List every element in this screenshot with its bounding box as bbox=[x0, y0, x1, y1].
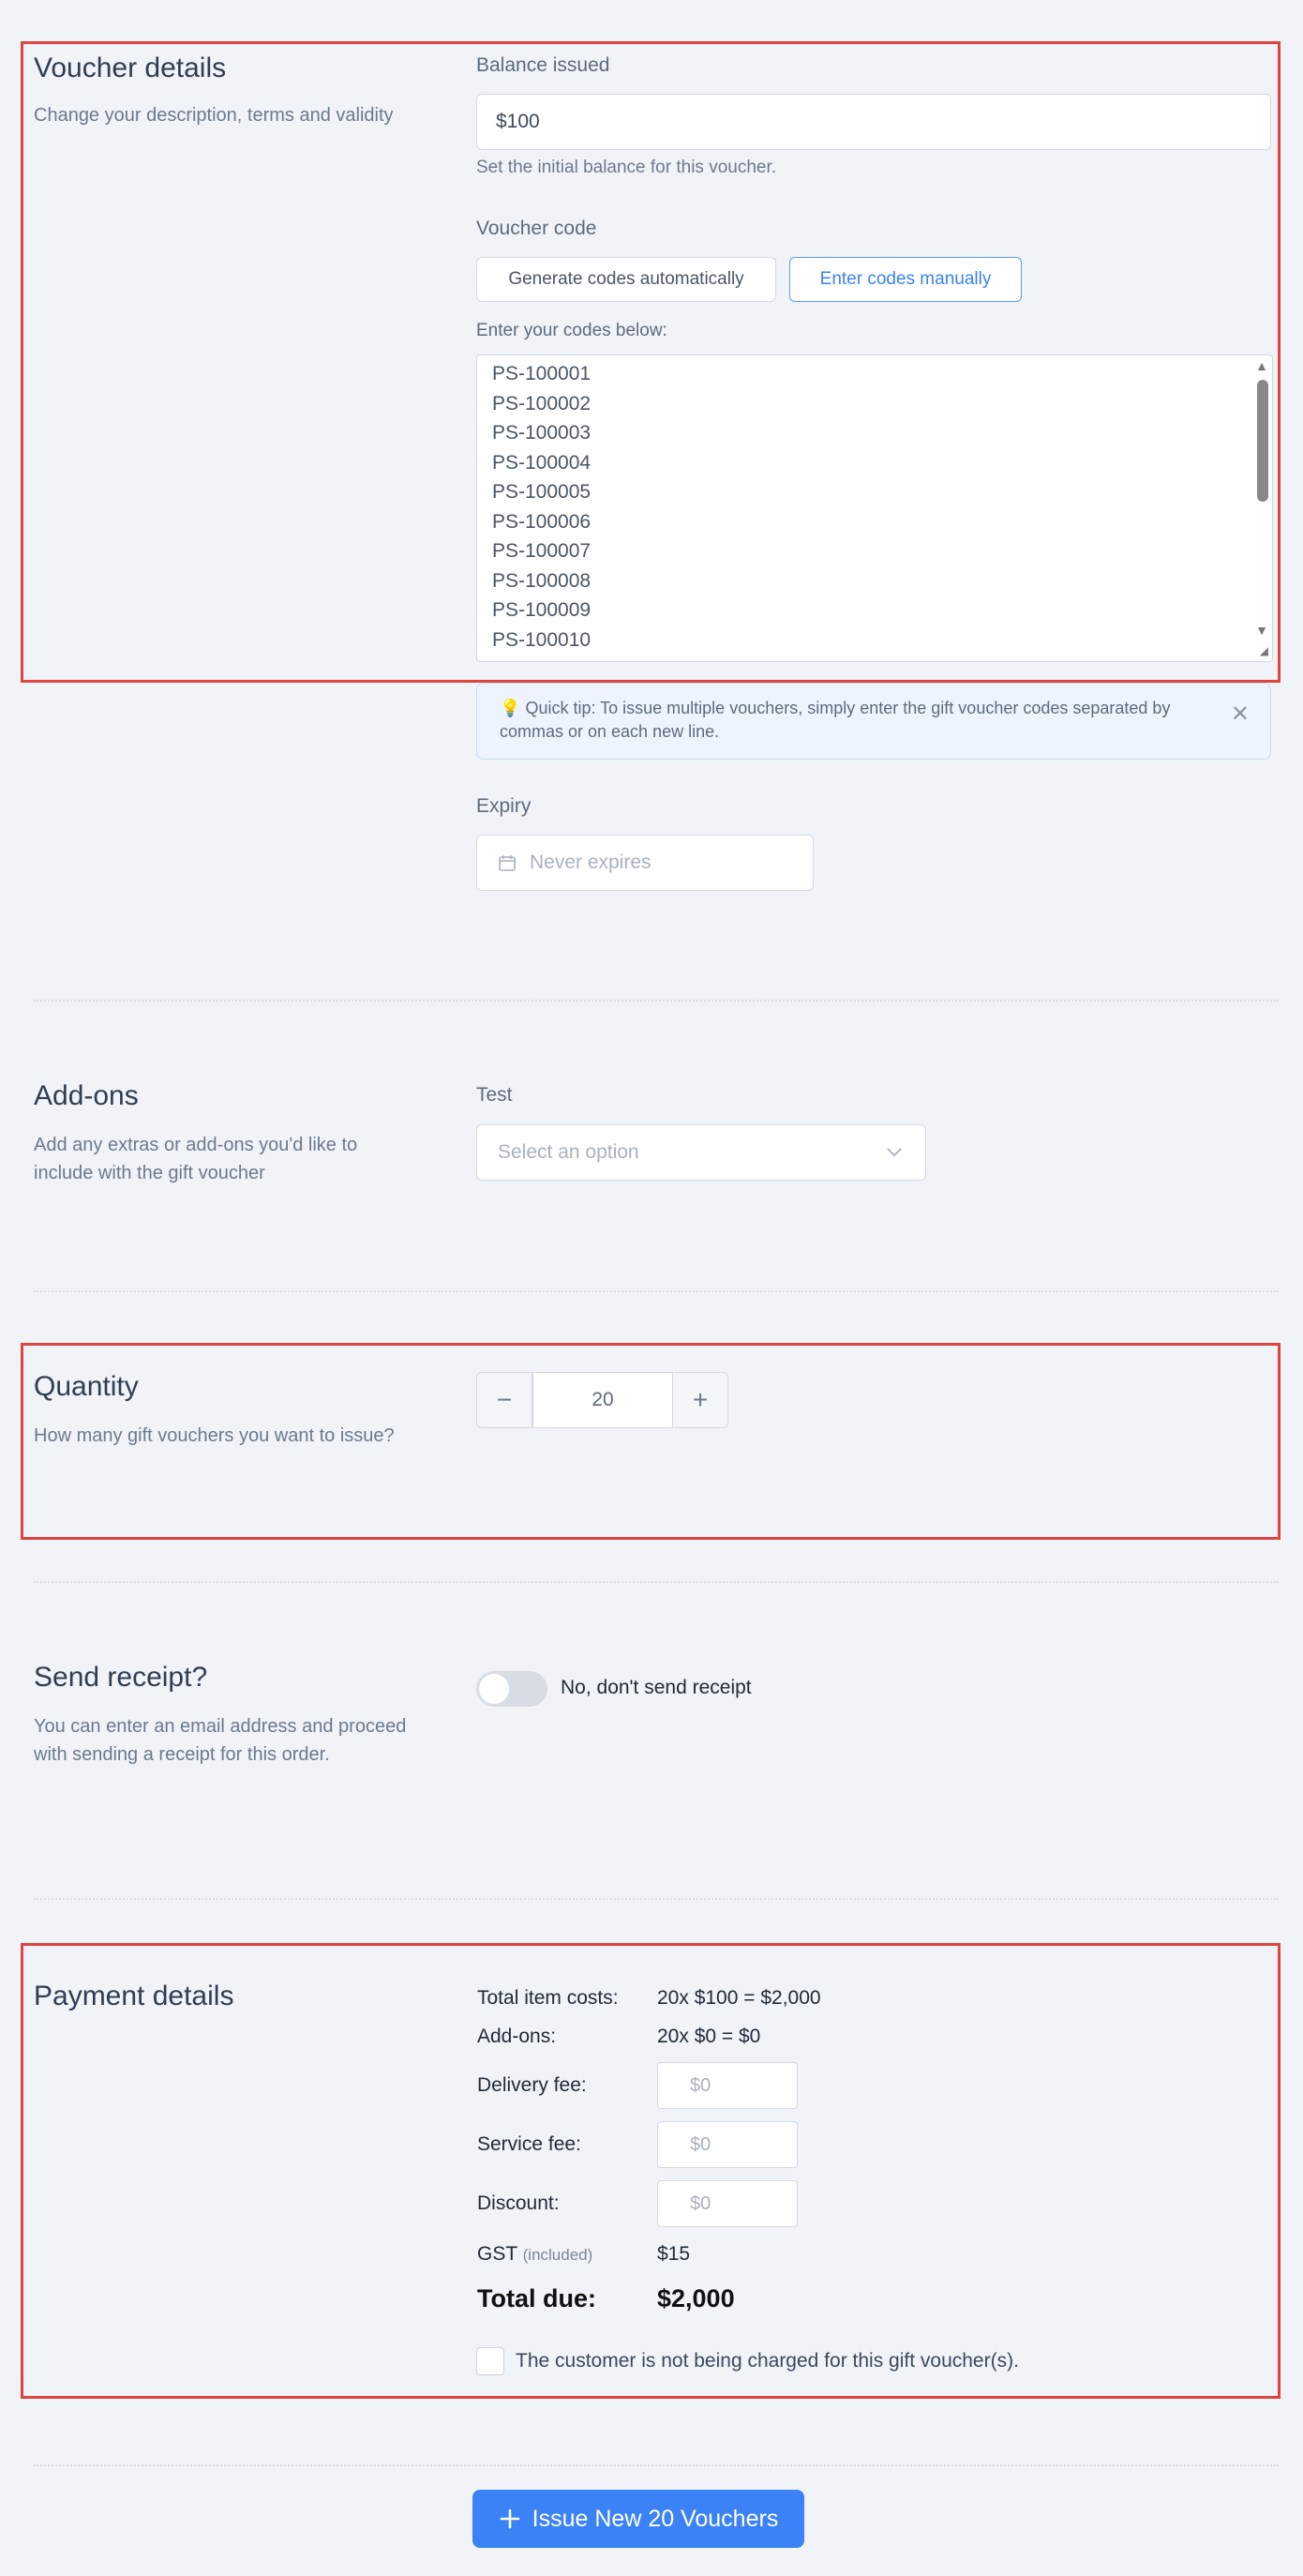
expiry-label: Expiry bbox=[476, 795, 532, 817]
codes-label: Enter your codes below: bbox=[476, 321, 667, 340]
voucher-details-title: Voucher details bbox=[34, 53, 227, 83]
no-charge-label: The customer is not being charged for th… bbox=[516, 2350, 1019, 2372]
service-fee-label: Service fee: bbox=[477, 2133, 581, 2155]
quick-tip-banner: 💡 Quick tip: To issue multiple vouchers,… bbox=[476, 683, 1271, 760]
section-divider bbox=[34, 1581, 1279, 1583]
addons-select[interactable]: Select an option bbox=[476, 1124, 926, 1181]
section-divider bbox=[34, 1000, 1279, 1002]
balance-label: Balance issued bbox=[476, 54, 610, 76]
no-charge-checkbox[interactable] bbox=[476, 2347, 504, 2375]
code-line: PS-100010 bbox=[492, 629, 592, 651]
enter-codes-manually-button[interactable]: Enter codes manually bbox=[789, 257, 1022, 302]
addons-cost-label: Add-ons: bbox=[477, 2026, 557, 2047]
quantity-input[interactable]: 20 bbox=[532, 1372, 673, 1428]
addons-select-placeholder: Select an option bbox=[498, 1141, 639, 1163]
code-line: PS-100003 bbox=[492, 422, 592, 444]
section-divider bbox=[34, 1898, 1279, 1900]
codes-textarea[interactable]: PS-100001 PS-100002 PS-100003 PS-100004 … bbox=[476, 354, 1273, 662]
delivery-fee-label: Delivery fee: bbox=[477, 2074, 587, 2096]
total-items-value: 20x $100 = $2,000 bbox=[657, 1987, 821, 2009]
gst-label-text: GST bbox=[477, 2243, 517, 2265]
addons-cost-value: 20x $0 = $0 bbox=[657, 2026, 761, 2047]
balance-input[interactable]: $100 bbox=[476, 94, 1271, 150]
expiry-placeholder: Never expires bbox=[530, 851, 652, 873]
scroll-up-icon[interactable]: ▲ bbox=[1255, 359, 1268, 372]
section-divider bbox=[34, 2464, 1279, 2466]
scrollbar-thumb[interactable] bbox=[1257, 380, 1268, 502]
code-line: PS-100001 bbox=[492, 363, 592, 384]
quick-tip-text: Quick tip: To issue multiple vouchers, s… bbox=[500, 699, 1171, 741]
scroll-down-icon[interactable]: ▼ bbox=[1255, 624, 1268, 637]
voucher-details-description: Change your description, terms and valid… bbox=[34, 105, 394, 126]
calendar-icon bbox=[499, 855, 516, 871]
code-line: PS-100006 bbox=[492, 511, 592, 533]
addons-description: Add any extras or add-ons you'd like to … bbox=[34, 1135, 358, 1183]
plus-icon bbox=[500, 2508, 519, 2529]
quantity-decrement-button[interactable]: − bbox=[476, 1372, 532, 1428]
quantity-description: How many gift vouchers you want to issue… bbox=[34, 1425, 395, 1446]
chevron-down-icon bbox=[887, 1148, 902, 1157]
plus-icon: + bbox=[692, 1385, 709, 1414]
payment-title: Payment details bbox=[34, 1981, 234, 2011]
discount-input[interactable]: $0 bbox=[657, 2180, 798, 2227]
total-items-label: Total item costs: bbox=[477, 1987, 619, 2009]
section-divider bbox=[34, 1290, 1279, 1292]
service-fee-input[interactable]: $0 bbox=[657, 2121, 798, 2168]
quantity-title: Quantity bbox=[34, 1371, 139, 1402]
send-receipt-label: No, don't send receipt bbox=[561, 1677, 752, 1698]
close-icon[interactable]: ✕ bbox=[1231, 702, 1250, 726]
code-line: PS-100008 bbox=[492, 570, 592, 592]
issue-vouchers-label: Issue New 20 Vouchers bbox=[532, 2505, 779, 2532]
send-receipt-toggle[interactable] bbox=[476, 1671, 547, 1707]
quantity-increment-button[interactable]: + bbox=[672, 1372, 728, 1428]
balance-help-text: Set the initial balance for this voucher… bbox=[476, 158, 777, 177]
addons-title: Add-ons bbox=[34, 1080, 139, 1111]
generate-codes-button[interactable]: Generate codes automatically bbox=[476, 257, 776, 302]
issue-vouchers-button[interactable]: Issue New 20 Vouchers bbox=[472, 2490, 804, 2548]
code-line: PS-100002 bbox=[492, 393, 592, 414]
code-line: PS-100005 bbox=[492, 481, 592, 503]
gst-value: $15 bbox=[657, 2243, 691, 2265]
total-due-value: $2,000 bbox=[657, 2284, 735, 2312]
gst-label: GST (included) bbox=[477, 2243, 592, 2266]
code-line: PS-100004 bbox=[492, 452, 592, 474]
total-due-label: Total due: bbox=[477, 2284, 596, 2312]
lightbulb-icon: 💡 bbox=[500, 699, 521, 717]
expiry-date-input[interactable]: Never expires bbox=[476, 835, 814, 891]
receipt-title: Send receipt? bbox=[34, 1662, 208, 1693]
delivery-fee-input[interactable]: $0 bbox=[657, 2062, 798, 2109]
voucher-code-label: Voucher code bbox=[476, 218, 597, 239]
code-line: PS-100009 bbox=[492, 599, 592, 621]
addons-test-label: Test bbox=[476, 1084, 513, 1106]
codes-scrollbar[interactable]: ▲ ▼ ◢ bbox=[1251, 355, 1272, 661]
code-line: PS-100007 bbox=[492, 540, 592, 562]
discount-label: Discount: bbox=[477, 2192, 560, 2214]
gst-included-note: (included) bbox=[522, 2246, 593, 2264]
receipt-description: You can enter an email address and proce… bbox=[34, 1716, 407, 1765]
minus-icon: − bbox=[496, 1385, 513, 1414]
toggle-knob bbox=[479, 1674, 509, 1704]
resize-handle-icon[interactable]: ◢ bbox=[1260, 644, 1268, 657]
